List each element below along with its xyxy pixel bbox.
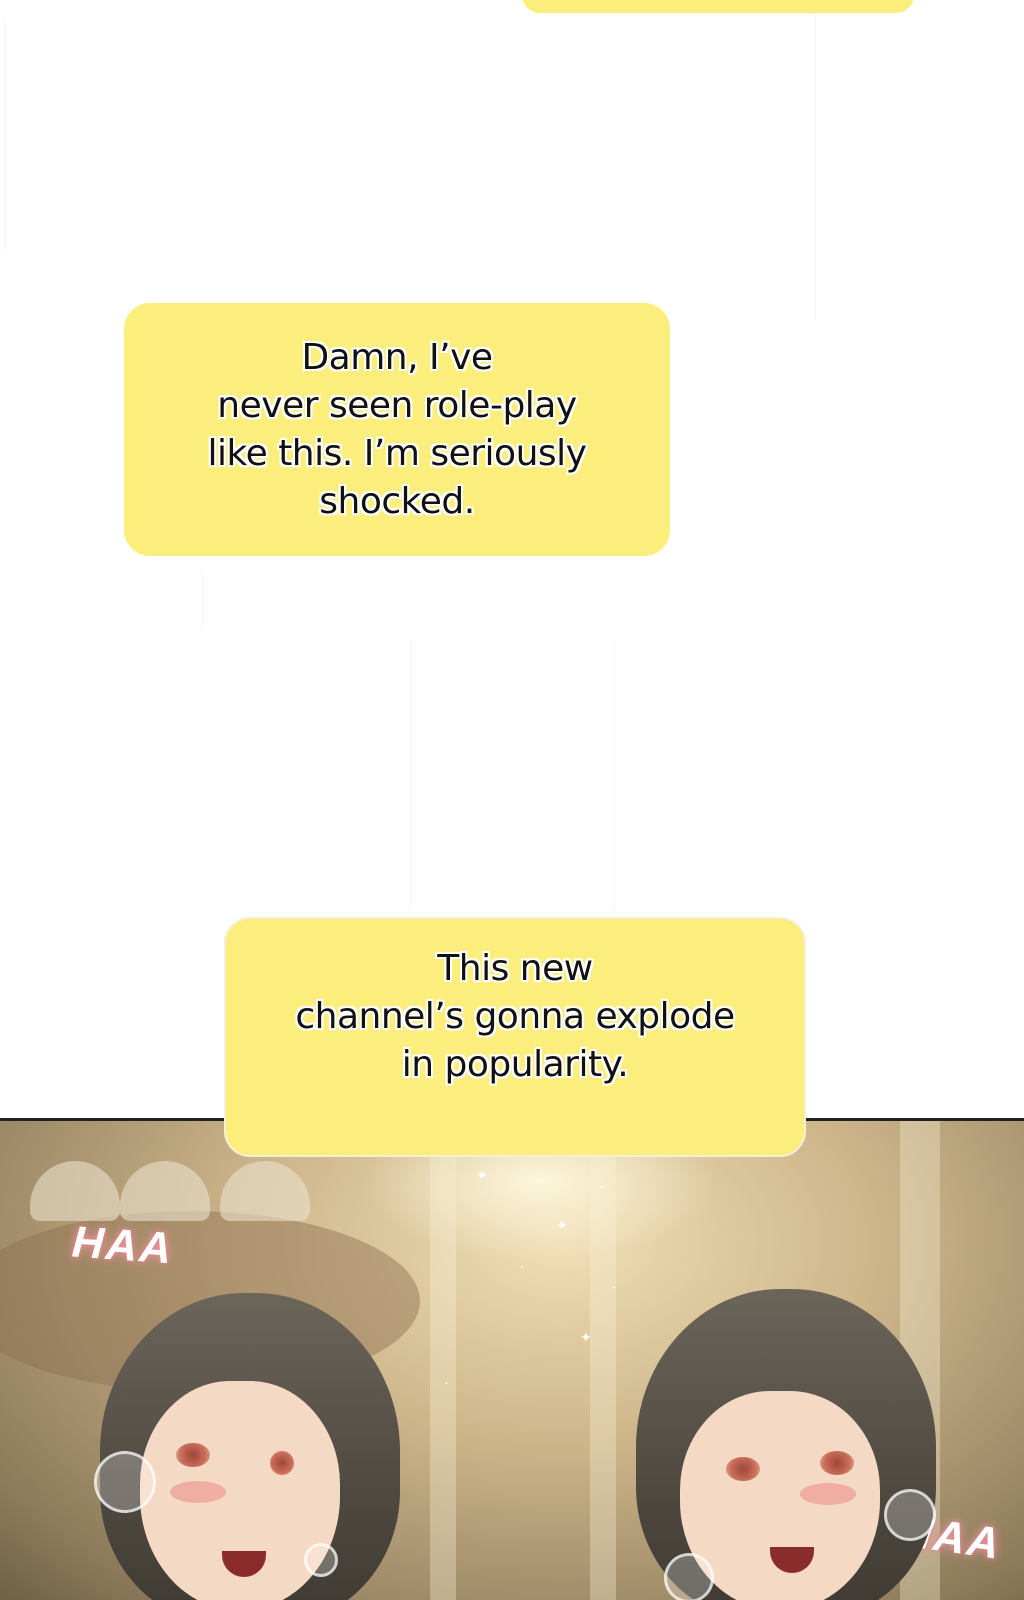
speech-bubble: This new channel’s gonna explode in popu… <box>224 917 806 1157</box>
sweat-bubble <box>94 1451 156 1513</box>
character-left-eye <box>270 1451 294 1475</box>
background-line <box>815 0 816 320</box>
speech-bubble-text: Damn, I’ve never seen role-play like thi… <box>207 336 587 522</box>
sweat-bubble <box>884 1489 936 1541</box>
speech-bubble: Damn, I’ve never seen role-play like thi… <box>124 303 670 556</box>
background-stool <box>220 1161 310 1221</box>
sparkle-icon: · <box>444 1376 449 1392</box>
background-line <box>4 20 5 250</box>
background-line <box>202 570 203 630</box>
character-left-eye <box>176 1443 210 1467</box>
sparkle-icon: ✦ <box>476 1168 488 1184</box>
character-right-eye <box>820 1451 854 1475</box>
background-pillar <box>430 1121 456 1600</box>
speech-bubble-partial <box>522 0 914 13</box>
sparkle-icon: · <box>520 1260 525 1276</box>
background-stool <box>120 1161 210 1221</box>
background-line <box>614 640 615 910</box>
character-right-blush <box>800 1483 856 1505</box>
sparkle-icon: · <box>600 1180 605 1196</box>
illustration-panel: ✦ ✦ · · ✦ · · HAA HAA <box>0 1118 1024 1600</box>
sparkle-icon: ✦ <box>580 1330 592 1346</box>
background-stool <box>30 1161 120 1221</box>
speech-bubble-text: This new channel’s gonna explode in popu… <box>295 948 735 1085</box>
character-left-blush <box>170 1481 226 1503</box>
comic-page: Damn, I’ve never seen role-play like thi… <box>0 0 1024 1600</box>
sound-effect-text: HAA <box>70 1217 175 1274</box>
sweat-bubble <box>304 1543 338 1577</box>
sparkle-icon: ✦ <box>556 1218 568 1234</box>
character-right-eye <box>726 1457 760 1481</box>
sparkle-icon: · <box>612 1280 617 1296</box>
background-line <box>410 640 411 910</box>
sweat-bubble <box>664 1553 714 1600</box>
